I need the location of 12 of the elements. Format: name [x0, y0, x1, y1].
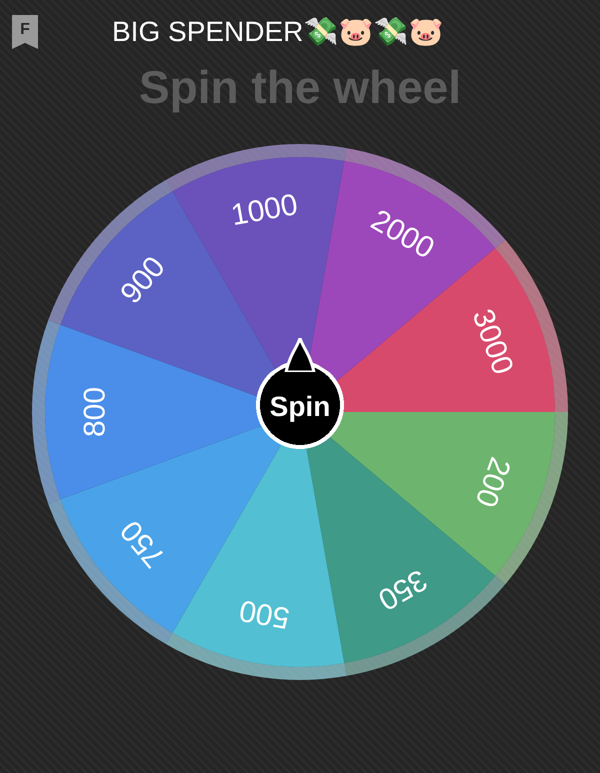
- segment-label: 200: [468, 452, 517, 512]
- segment-label: 500: [236, 593, 292, 634]
- segment-label: 900: [114, 250, 172, 310]
- page-title: BIG SPENDER💸🐷💸🐷: [112, 15, 444, 49]
- segment-label: 750: [114, 514, 172, 574]
- segment-label: 3000: [466, 304, 520, 379]
- segment-label: 2000: [365, 204, 440, 266]
- segment-label: 1000: [228, 188, 300, 232]
- segment-label: 350: [372, 562, 432, 616]
- bookmark-badge[interactable]: F: [12, 15, 38, 49]
- pointer-icon: [284, 338, 316, 372]
- segment-label: 800: [78, 386, 112, 438]
